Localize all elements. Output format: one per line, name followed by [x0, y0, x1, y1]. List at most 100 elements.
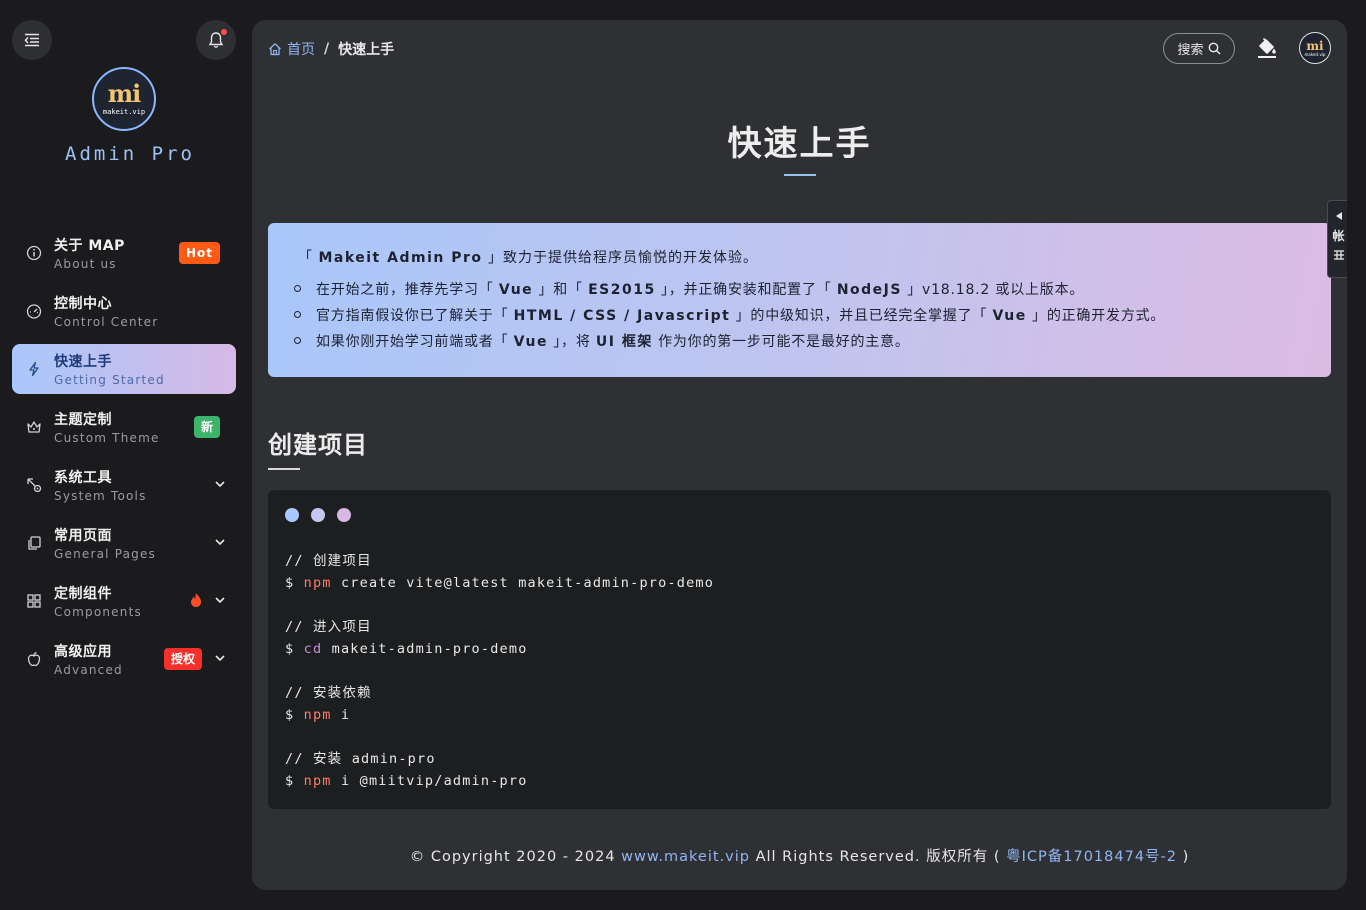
chevron-down-icon [215, 655, 225, 662]
sidebar-item-subtitle: System Tools [54, 489, 147, 503]
intro-list-item: 如果你刚开始学习前端或者「 Vue 」，将 UI 框架 作为你的第一步可能不是最… [294, 331, 1301, 351]
footer-icp-link[interactable]: 粤ICP备17018474号-2 [1006, 849, 1177, 865]
sidebar-item-subtitle: Control Center [54, 315, 159, 329]
footer-site-link[interactable]: www.makeit.vip [621, 849, 750, 865]
code-token: $ [285, 641, 304, 657]
code-token: cd [303, 641, 323, 657]
sidebar-item-subtitle: Components [54, 605, 142, 619]
info-circle-icon [26, 245, 42, 261]
tool-icon [27, 478, 42, 493]
bars-icon [1333, 250, 1344, 260]
code-line: // 安装依赖 [285, 682, 1314, 704]
text: 在开始之前，推荐先学习「 [316, 282, 499, 298]
sidebar-item-advanced[interactable]: 高级应用 Advanced 授权 [12, 634, 236, 684]
sidebar-item-title: 定制组件 [54, 586, 112, 602]
sidebar-item-title: 控制中心 [54, 296, 112, 312]
code-lines: // 创建项目 $ npm create vite@latest makeit-a… [285, 550, 1314, 792]
window-dot [311, 508, 325, 522]
sidebar-item-subtitle: Custom Theme [54, 431, 160, 445]
avatar-logo-text: mi [1306, 38, 1324, 53]
logo-site: makeit.vip [102, 108, 146, 116]
keyword: ES2015 [588, 282, 656, 298]
keyword: UI 框架 [595, 334, 653, 350]
code-line: $ npm i @miitvip/admin-pro [285, 770, 1314, 792]
fire-icon [191, 593, 201, 607]
section-underline [268, 468, 300, 470]
avatar-site: makeit.vip [1304, 51, 1326, 57]
code-line: $ npm create vite@latest makeit-admin-pr… [285, 572, 1314, 594]
apple-icon [27, 651, 41, 667]
sidebar-item-getting-started[interactable]: 快速上手 Getting Started [12, 344, 236, 394]
code-token: // 创建项目 [285, 553, 372, 569]
code-token: // 安装 admin-pro [285, 751, 436, 767]
notification-button[interactable] [196, 20, 236, 60]
dashboard-icon [26, 304, 42, 319]
copy-pages-icon [28, 536, 41, 550]
sidebar-item-control-center[interactable]: 控制中心 Control Center [12, 286, 236, 336]
code-token: $ [285, 707, 304, 723]
breadcrumb: 首页 / 快速上手 [268, 39, 394, 59]
brand-logo[interactable]: mi makeit.vip [92, 67, 156, 131]
crown-icon [27, 421, 41, 433]
text: 如果你刚开始学习前端或者「 [316, 334, 514, 350]
sidebar-item-title: 快速上手 [54, 354, 112, 370]
user-avatar[interactable]: mi makeit.vip [1299, 32, 1331, 64]
footer-suffix: ) [1177, 849, 1190, 865]
intro-lead-prefix: 「 [298, 250, 319, 266]
sidebar-item-general-pages[interactable]: 常用页面 General Pages [12, 518, 236, 568]
sidebar-item-title: 系统工具 [54, 470, 112, 486]
keyword: HTML / CSS / Javascript [513, 308, 731, 324]
sidebar-item-custom-theme[interactable]: 主题定制 Custom Theme 新 [12, 402, 236, 452]
code-line: $ npm i [285, 704, 1314, 726]
side-tab-label: 帐 [1332, 229, 1345, 243]
home-icon [269, 43, 281, 56]
breadcrumb-current: 快速上手 [338, 42, 395, 58]
code-token: npm [303, 575, 332, 591]
sidebar-item-subtitle: Advanced [54, 663, 123, 677]
code-token: makeit-admin-pro-demo [322, 641, 528, 657]
side-drawer-tab[interactable]: 帐 [1327, 200, 1347, 278]
intro-lead: 「 Makeit Admin Pro 」致力于提供给程序员愉悦的开发体验。 [298, 247, 1301, 267]
logo-text: mi [107, 79, 142, 108]
auth-badge: 授权 [163, 648, 202, 670]
brand-name: Admin Pro [65, 143, 195, 165]
footer-middle: All Rights Reserved. 版权所有 ( [749, 849, 1007, 865]
text: 」的正确开发方式。 [1026, 308, 1166, 324]
sidebar-item-title: 关于 MAP [54, 238, 125, 254]
sidebar-item-system-tools[interactable]: 系统工具 System Tools [12, 460, 236, 510]
keyword: Vue [513, 334, 548, 350]
text: 作为你的第一步可能不是最好的主意。 [652, 334, 910, 350]
code-token: // 进入项目 [285, 619, 372, 635]
text: 」和「 [533, 282, 589, 298]
search-label: 搜索 [1177, 43, 1204, 58]
search-icon [1208, 42, 1221, 55]
thunderbolt-icon [29, 361, 39, 377]
menu-fold-icon [24, 33, 39, 47]
title-underline [784, 174, 816, 176]
code-token: create vite@latest makeit-admin-pro-demo [331, 575, 715, 591]
code-token: npm [303, 773, 332, 789]
code-token: // 安装依赖 [285, 685, 372, 701]
breadcrumb-separator: / [324, 41, 330, 57]
sidebar-item-about[interactable]: 关于 MAP About us Hot [12, 228, 236, 278]
text: 」，将 [547, 334, 596, 350]
intro-lead-brand: Makeit Admin Pro [318, 250, 483, 266]
page-title: 快速上手 [727, 124, 872, 164]
sidebar-item-subtitle: General Pages [54, 547, 157, 561]
keyword: Vue [992, 308, 1027, 324]
main-content: 首页 / 快速上手 搜索 mi makeit.vip 快速上手 「 Makeit… [252, 20, 1347, 890]
sidebar-toggle-button[interactable] [12, 20, 52, 60]
sidebar-item-components[interactable]: 定制组件 Components [12, 576, 236, 626]
sidebar: mi makeit.vip Admin Pro 关于 MAP About us … [0, 0, 252, 910]
code-line: // 创建项目 [285, 550, 1314, 572]
breadcrumb-home-link[interactable]: 首页 [268, 39, 315, 59]
chevron-down-icon [215, 597, 225, 604]
intro-list: 在开始之前，推荐先学习「 Vue 」和「 ES2015 」，并正确安装和配置了「… [294, 279, 1301, 351]
sidebar-menu: 关于 MAP About us Hot 控制中心 Control Center … [12, 228, 236, 692]
intro-list-item: 官方指南假设你已了解关于「 HTML / CSS / Javascript 」的… [294, 305, 1301, 325]
paint-bucket-icon[interactable] [1256, 37, 1278, 59]
search-button[interactable]: 搜索 [1163, 33, 1235, 64]
